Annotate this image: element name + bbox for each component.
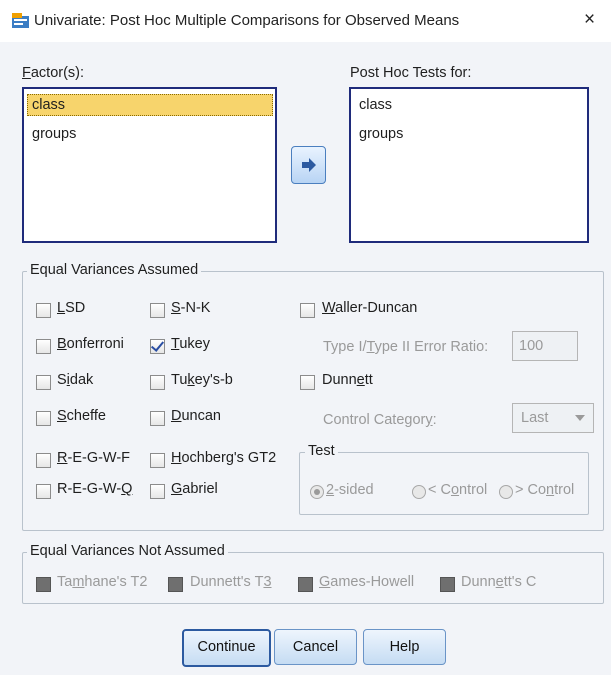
waller-duncan-checkbox[interactable] (300, 303, 315, 318)
sidak-checkbox[interactable] (36, 375, 51, 390)
dunnett-label[interactable]: Dunnett (322, 372, 373, 388)
greater-than-control-label[interactable]: > Control (515, 482, 574, 498)
duncan-label[interactable]: Duncan (171, 408, 221, 424)
less-than-control-radio[interactable] (412, 485, 426, 499)
control-category-dropdown[interactable]: Last (512, 403, 594, 433)
help-button[interactable]: Help (363, 629, 446, 665)
error-ratio-label: Type I/Type II Error Ratio: (323, 339, 489, 355)
two-sided-radio[interactable] (310, 485, 324, 499)
dunnett-t3-checkbox[interactable] (168, 577, 183, 592)
lsd-label[interactable]: LSD (57, 300, 85, 316)
test-legend: Test (305, 443, 338, 459)
post-hoc-tests-label: Post Hoc Tests for: (350, 65, 472, 81)
bonferroni-label[interactable]: Bonferroni (57, 336, 124, 352)
two-sided-label[interactable]: 2-sided (326, 482, 374, 498)
right-arrow-icon (301, 158, 316, 172)
gabriel-checkbox[interactable] (150, 484, 165, 499)
less-than-control-label[interactable]: < Control (428, 482, 487, 498)
continue-button[interactable]: Continue (182, 629, 271, 667)
regwf-label[interactable]: R-E-G-W-F (57, 450, 130, 466)
title-bar: Univariate: Post Hoc Multiple Comparison… (0, 0, 611, 42)
move-right-button[interactable] (291, 146, 326, 184)
factors-label: Factor(s): (22, 65, 85, 81)
games-howell-checkbox[interactable] (298, 577, 313, 592)
control-category-value: Last (521, 410, 549, 426)
tamhane-label[interactable]: Tamhane's T2 (57, 574, 147, 590)
target-item-groups[interactable]: groups (355, 124, 407, 144)
gabriel-label[interactable]: Gabriel (171, 481, 218, 497)
scheffe-checkbox[interactable] (36, 411, 51, 426)
tukey-label[interactable]: Tukey (171, 336, 210, 352)
sidak-label[interactable]: Sidak (57, 372, 93, 388)
close-icon[interactable]: × (584, 9, 595, 31)
snk-checkbox[interactable] (150, 303, 165, 318)
lsd-checkbox[interactable] (36, 303, 51, 318)
factors-listbox[interactable]: class groups (22, 87, 277, 243)
dunnett-t3-label[interactable]: Dunnett's T3 (190, 574, 272, 590)
factor-item-groups[interactable]: groups (28, 124, 80, 144)
equal-variances-not-assumed-legend: Equal Variances Not Assumed (27, 543, 228, 559)
tamhane-checkbox[interactable] (36, 577, 51, 592)
dunnett-c-checkbox[interactable] (440, 577, 455, 592)
error-ratio-field[interactable]: 100 (512, 331, 578, 361)
duncan-checkbox[interactable] (150, 411, 165, 426)
target-item-class[interactable]: class (355, 95, 396, 115)
scheffe-label[interactable]: Scheffe (57, 408, 106, 424)
chevron-down-icon (575, 415, 585, 421)
waller-duncan-label[interactable]: Waller-Duncan (322, 300, 417, 316)
hochberg-checkbox[interactable] (150, 453, 165, 468)
tukey-checkbox[interactable] (150, 339, 165, 354)
bonferroni-checkbox[interactable] (36, 339, 51, 354)
tukeys-b-label[interactable]: Tukey's-b (171, 372, 233, 388)
dunnett-checkbox[interactable] (300, 375, 315, 390)
greater-than-control-radio[interactable] (499, 485, 513, 499)
regwf-checkbox[interactable] (36, 453, 51, 468)
post-hoc-tests-listbox[interactable]: class groups (349, 87, 589, 243)
equal-variances-assumed-legend: Equal Variances Assumed (27, 262, 202, 278)
snk-label[interactable]: S-N-K (171, 300, 210, 316)
hochberg-label[interactable]: Hochberg's GT2 (171, 450, 276, 466)
cancel-button[interactable]: Cancel (274, 629, 357, 665)
regwq-checkbox[interactable] (36, 484, 51, 499)
control-category-label: Control Category: (323, 412, 437, 428)
spss-app-icon (12, 13, 29, 28)
window-title: Univariate: Post Hoc Multiple Comparison… (34, 12, 460, 29)
games-howell-label[interactable]: Games-Howell (319, 574, 414, 590)
regwq-label[interactable]: R-E-G-W-Q (57, 481, 132, 497)
tukeys-b-checkbox[interactable] (150, 375, 165, 390)
dunnett-c-label[interactable]: Dunnett's C (461, 574, 536, 590)
factor-item-class[interactable]: class (27, 94, 273, 116)
